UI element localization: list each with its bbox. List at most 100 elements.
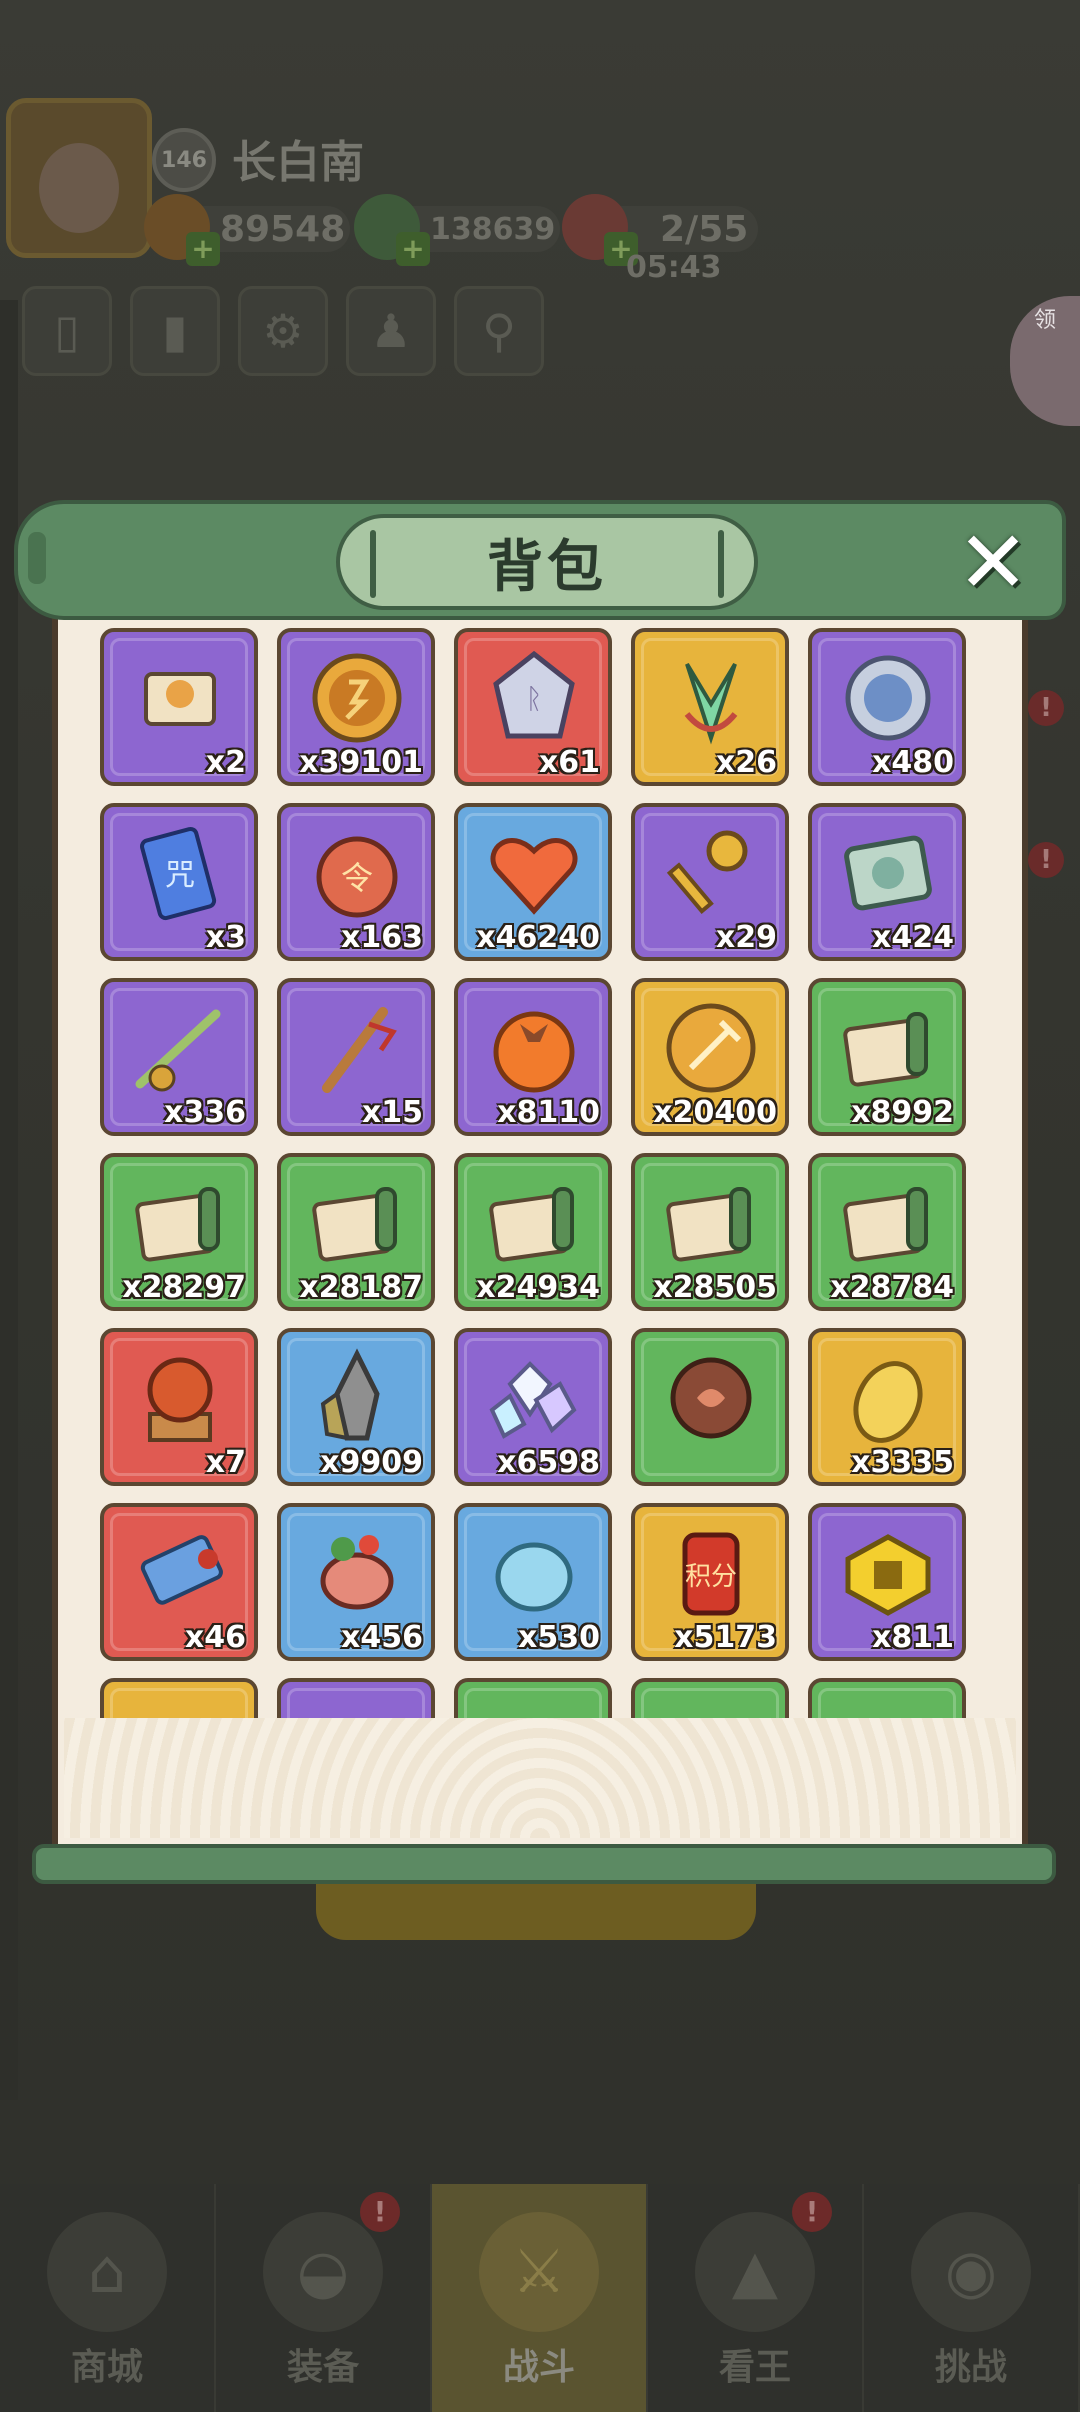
item-quantity: x9909	[320, 1445, 423, 1480]
bag-item[interactable]: x2	[100, 628, 258, 786]
dragon-scale-icon	[853, 1361, 923, 1443]
search-button[interactable]: ⚲	[454, 286, 544, 376]
points-badge-icon: 积分	[682, 1532, 740, 1616]
bag-item[interactable]: x424	[808, 803, 966, 961]
close-icon: ✕	[956, 513, 1030, 613]
bag-item[interactable]	[100, 1678, 258, 1720]
alert-badge: !	[360, 2192, 400, 2232]
item-quantity: x28297	[122, 1270, 246, 1305]
nav-challenge[interactable]: ◉ 挑战	[864, 2184, 1080, 2412]
friends-button[interactable]: ♟	[346, 286, 436, 376]
bag-item[interactable]	[631, 1328, 789, 1486]
gold-amount: 89548	[220, 208, 346, 250]
bar-chart-icon: ▮	[162, 304, 188, 358]
ranking-button[interactable]: ▮	[130, 286, 220, 376]
bag-item[interactable]: x530	[454, 1503, 612, 1661]
item-quantity: x46	[184, 1620, 246, 1655]
settings-button[interactable]: ⚙	[238, 286, 328, 376]
title-plate: 背包	[336, 514, 758, 610]
nav-shop[interactable]: ⌂ 商城	[0, 2184, 216, 2412]
bag-item[interactable]: x39101	[277, 628, 435, 786]
green-scroll-icon	[135, 1187, 220, 1262]
item-quantity: x29	[715, 920, 777, 955]
jade-add-button[interactable]: +	[396, 232, 430, 266]
bag-item[interactable]: x9909	[277, 1328, 435, 1486]
bag-item[interactable]: x46240	[454, 803, 612, 961]
gold-add-button[interactable]: +	[186, 232, 220, 266]
jade-amount: 138639	[430, 211, 556, 247]
scroll-icon	[144, 672, 216, 726]
order-token-icon: 令	[316, 836, 398, 918]
shop-icon: ⌂	[47, 2212, 167, 2332]
gear-icon: ⚙	[262, 304, 304, 358]
bag-item[interactable]: x8992	[808, 978, 966, 1136]
bag-item[interactable]: x28505	[631, 1153, 789, 1311]
compass-book-icon	[844, 835, 932, 911]
bag-item[interactable]: x15	[277, 978, 435, 1136]
bag-item[interactable]	[631, 1678, 789, 1720]
item-quantity: x336	[164, 1095, 246, 1130]
bag-item[interactable]: ᚱ x61	[454, 628, 612, 786]
item-icon	[834, 1694, 942, 1720]
gold-resource[interactable]: + 89548	[144, 194, 350, 266]
item-icon	[657, 1694, 765, 1720]
card-button[interactable]: ▯	[22, 286, 112, 376]
item-quantity: x3335	[851, 1445, 954, 1480]
bag-item[interactable]: x28784	[808, 1153, 966, 1311]
green-scroll-icon	[489, 1187, 574, 1262]
magnifier-icon: ⚲	[482, 304, 516, 358]
nav-king[interactable]: ! ▲ 看王	[648, 2184, 864, 2412]
helmet-icon: ◒	[263, 2212, 383, 2332]
bag-item[interactable]: x46	[100, 1503, 258, 1661]
player-avatar[interactable]	[6, 98, 152, 258]
bag-item[interactable]: 咒 x3	[100, 803, 258, 961]
stamina-timer: 05:43	[626, 250, 722, 285]
nav-label: 战斗	[502, 2347, 575, 2388]
bag-item[interactable]	[454, 1678, 612, 1720]
bag-item[interactable]: x3335	[808, 1328, 966, 1486]
item-quantity: x811	[872, 1620, 954, 1655]
bag-item[interactable]: x336	[100, 978, 258, 1136]
gold-coin-icon	[312, 653, 402, 743]
alert-badge: !	[792, 2192, 832, 2232]
bag-item[interactable]: x6598	[454, 1328, 612, 1486]
friends-icon: ♟	[370, 304, 412, 358]
bag-footer-scroll	[32, 1844, 1056, 1884]
bag-item[interactable]: x7	[100, 1328, 258, 1486]
bag-item[interactable]: x20400	[631, 978, 789, 1136]
svg-text:ᚱ: ᚱ	[526, 682, 543, 715]
bag-item[interactable]	[277, 1678, 435, 1720]
bag-item[interactable]	[808, 1678, 966, 1720]
side-gift-label: 领	[1034, 308, 1057, 333]
side-gift-button[interactable]: 领	[1010, 296, 1080, 426]
item-quantity: x26	[715, 745, 777, 780]
green-scroll-icon	[843, 1187, 928, 1262]
stamina-resource[interactable]: + 2/55	[562, 194, 758, 266]
item-quantity: x3	[205, 920, 246, 955]
nav-battle[interactable]: ⚔ 战斗	[432, 2184, 648, 2412]
item-quantity: x480	[872, 745, 954, 780]
nav-label: 看王	[718, 2347, 791, 2388]
meat-icon	[320, 1535, 394, 1610]
item-quantity: x6598	[497, 1445, 600, 1480]
bag-item[interactable]: x8110	[454, 978, 612, 1136]
bag-item[interactable]: 令 x163	[277, 803, 435, 961]
bag-item[interactable]: x28297	[100, 1153, 258, 1311]
item-quantity: x5173	[674, 1620, 777, 1655]
bag-item[interactable]: x456	[277, 1503, 435, 1661]
item-quantity: x20400	[653, 1095, 777, 1130]
bag-item[interactable]: x480	[808, 628, 966, 786]
stamina-amount: 2/55	[660, 208, 749, 250]
nav-equipment[interactable]: ! ◒ 装备	[216, 2184, 432, 2412]
water-drop-icon	[495, 1542, 573, 1612]
item-quantity: x163	[341, 920, 423, 955]
bag-item[interactable]: x811	[808, 1503, 966, 1661]
bag-item[interactable]: x24934	[454, 1153, 612, 1311]
close-button[interactable]: ✕	[952, 513, 1034, 613]
bag-item[interactable]: x26	[631, 628, 789, 786]
bag-item[interactable]: x29	[631, 803, 789, 961]
top-hud: 146 长白南 + 89548 + 138639 + 2/55 05:43 ▯ …	[0, 90, 1080, 426]
bag-item[interactable]: x28187	[277, 1153, 435, 1311]
bag-item[interactable]: 积分 x5173	[631, 1503, 789, 1661]
jade-resource[interactable]: + 138639	[354, 194, 560, 266]
